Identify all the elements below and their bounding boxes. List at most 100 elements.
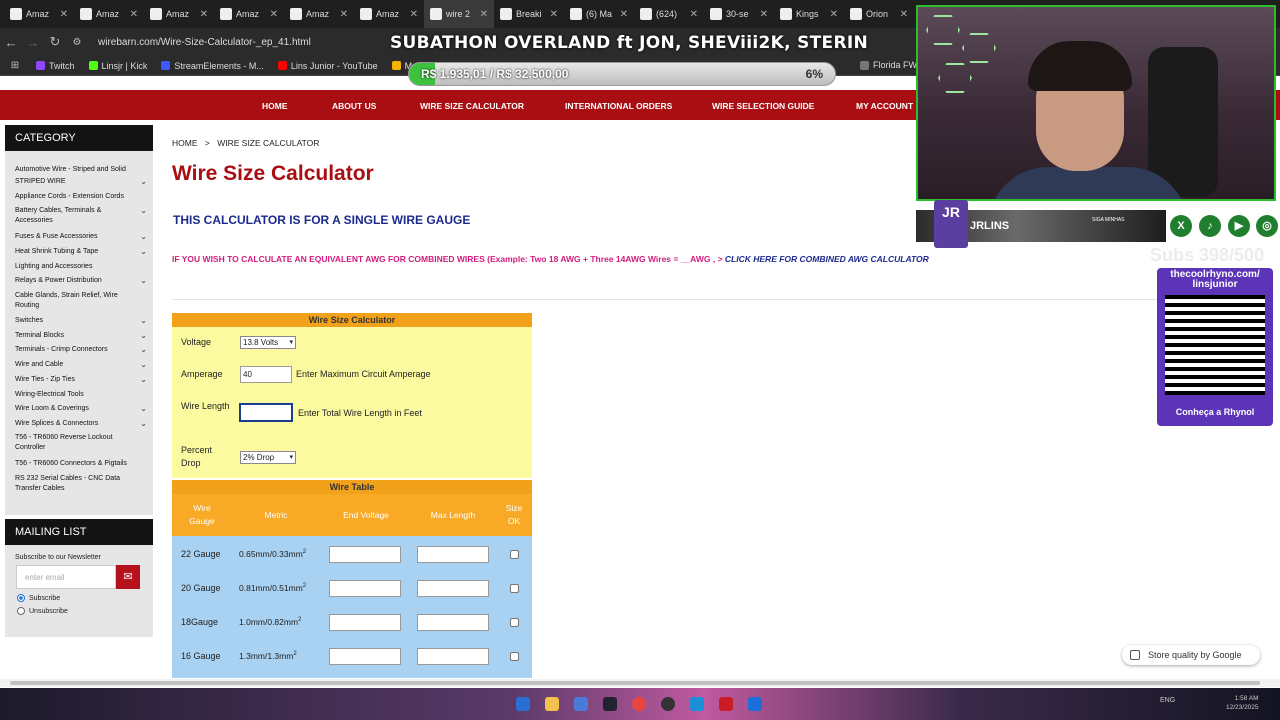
browser-tab[interactable]: Amaz ✕ bbox=[4, 0, 74, 28]
chevron-down-icon[interactable]: ⌄ bbox=[140, 316, 147, 326]
browser-tab[interactable]: Kings ✕ bbox=[774, 0, 844, 28]
url-field[interactable]: wirebarn.com/Wire-Size-Calculator-_ep_41… bbox=[98, 37, 311, 48]
browser-tab[interactable]: (6) Ma ✕ bbox=[564, 0, 634, 28]
file-explorer-icon[interactable] bbox=[545, 697, 559, 711]
chevron-down-icon[interactable]: ⌄ bbox=[140, 375, 147, 385]
chrome-icon[interactable] bbox=[632, 697, 646, 711]
horizontal-scrollbar[interactable] bbox=[0, 679, 1280, 687]
chevron-down-icon[interactable]: ⌄ bbox=[140, 331, 147, 341]
category-item[interactable]: Wiring-Electrical Tools bbox=[5, 390, 153, 400]
chevron-down-icon[interactable]: ⌄ bbox=[140, 360, 147, 370]
chevron-down-icon[interactable]: ⌄ bbox=[140, 276, 147, 286]
chevron-down-icon[interactable]: ⌄ bbox=[140, 177, 147, 187]
chevron-down-icon[interactable]: ⌄ bbox=[140, 247, 147, 257]
close-tab-icon[interactable]: ✕ bbox=[480, 9, 488, 20]
app-icon[interactable] bbox=[719, 697, 733, 711]
bookmark-item[interactable]: StreamElements - M... bbox=[161, 61, 264, 71]
end-voltage-field[interactable] bbox=[329, 580, 401, 597]
category-item[interactable]: Wire Splices & Connectors ⌄ bbox=[5, 419, 153, 429]
size-ok-checkbox[interactable] bbox=[510, 550, 519, 559]
category-item[interactable]: Battery Cables, Terminals & Accessories ⌄ bbox=[5, 206, 153, 226]
back-icon[interactable]: ← bbox=[0, 35, 22, 50]
app-icon[interactable] bbox=[690, 697, 704, 711]
close-tab-icon[interactable]: ✕ bbox=[130, 9, 138, 20]
percent-drop-select[interactable]: 2% Drop ▾ bbox=[240, 451, 296, 464]
browser-tab[interactable]: Breaki ✕ bbox=[494, 0, 564, 28]
store-quality-badge[interactable]: Store quality by Google bbox=[1122, 645, 1260, 665]
nav-item[interactable]: ABOUT US bbox=[332, 101, 376, 111]
end-voltage-field[interactable] bbox=[329, 648, 401, 665]
max-length-field[interactable] bbox=[417, 546, 489, 563]
close-tab-icon[interactable]: ✕ bbox=[270, 9, 278, 20]
tray-language[interactable]: ENG bbox=[1160, 697, 1175, 704]
reload-icon[interactable]: ↻ bbox=[44, 34, 66, 50]
close-tab-icon[interactable]: ✕ bbox=[200, 9, 208, 20]
category-item[interactable]: Wire Ties - Zip Ties ⌄ bbox=[5, 375, 153, 385]
browser-tab[interactable]: 30-se ✕ bbox=[704, 0, 774, 28]
close-tab-icon[interactable]: ✕ bbox=[690, 9, 698, 20]
bookmark-item[interactable]: Twitch bbox=[36, 61, 75, 71]
category-item[interactable]: T56 - TR6060 Reverse Lockout Controller bbox=[5, 433, 153, 453]
obs-icon[interactable] bbox=[661, 697, 675, 711]
browser-tab[interactable]: Amaz ✕ bbox=[354, 0, 424, 28]
browser-tab[interactable]: (624) ✕ bbox=[634, 0, 704, 28]
site-info-icon[interactable]: ⚙ bbox=[66, 37, 88, 48]
wire-length-input[interactable] bbox=[239, 403, 293, 422]
category-item[interactable]: Lighting and Accessories bbox=[5, 262, 153, 272]
close-tab-icon[interactable]: ✕ bbox=[550, 9, 558, 20]
close-tab-icon[interactable]: ✕ bbox=[410, 9, 418, 20]
chevron-down-icon[interactable]: ⌄ bbox=[140, 206, 147, 216]
close-tab-icon[interactable]: ✕ bbox=[620, 9, 628, 20]
unsubscribe-radio[interactable]: Unsubscribe bbox=[5, 607, 153, 615]
category-item[interactable]: Appliance Cords - Extension Cords bbox=[5, 192, 153, 202]
bookmark-florida-fwc[interactable]: Florida FWC bbox=[860, 60, 924, 70]
size-ok-checkbox[interactable] bbox=[510, 618, 519, 627]
category-item[interactable]: Heat Shrink Tubing & Tape ⌄ bbox=[5, 247, 153, 257]
max-length-field[interactable] bbox=[417, 580, 489, 597]
max-length-field[interactable] bbox=[417, 614, 489, 631]
category-item[interactable]: Wire Loom & Coverings ⌄ bbox=[5, 404, 153, 414]
browser-tab[interactable]: Amaz ✕ bbox=[214, 0, 284, 28]
apps-grid-icon[interactable]: ⊞ bbox=[8, 60, 22, 71]
category-item[interactable]: Fuses & Fuse Accessories ⌄ bbox=[5, 232, 153, 242]
email-input[interactable]: enter email bbox=[16, 565, 116, 589]
app-icon[interactable] bbox=[574, 697, 588, 711]
email-submit-icon[interactable]: ✉ bbox=[116, 565, 140, 589]
category-item[interactable]: Switches ⌄ bbox=[5, 316, 153, 326]
subscribe-radio[interactable]: Subscribe bbox=[5, 594, 153, 602]
category-item[interactable]: T56 - TR6060 Connectors & Pigtails bbox=[5, 459, 153, 469]
taskbar-clock[interactable]: 1:58 AM 12/23/2025 bbox=[1226, 694, 1259, 712]
max-length-field[interactable] bbox=[417, 648, 489, 665]
browser-tab[interactable]: wire 2 ✕ bbox=[424, 0, 494, 28]
close-tab-icon[interactable]: ✕ bbox=[60, 9, 68, 20]
category-item[interactable]: STRIPED WIRE ⌄ bbox=[5, 177, 153, 187]
category-item[interactable]: Wire and Cable ⌄ bbox=[5, 360, 153, 370]
nav-item[interactable]: MY ACCOUNT bbox=[856, 101, 913, 111]
browser-tab[interactable]: Amaz ✕ bbox=[144, 0, 214, 28]
chevron-down-icon[interactable]: ⌄ bbox=[140, 232, 147, 242]
chevron-down-icon[interactable]: ⌄ bbox=[140, 419, 147, 429]
amperage-input[interactable]: 40 bbox=[240, 366, 292, 383]
scrollbar-thumb[interactable] bbox=[10, 681, 1260, 685]
category-item[interactable]: Relays & Power Distribution ⌄ bbox=[5, 276, 153, 286]
end-voltage-field[interactable] bbox=[329, 614, 401, 631]
bookmark-item[interactable]: Lins Junior - YouTube bbox=[277, 61, 378, 71]
breadcrumb-home[interactable]: HOME bbox=[172, 138, 198, 148]
bookmark-item[interactable]: Linsjr | Kick bbox=[88, 61, 147, 71]
close-tab-icon[interactable]: ✕ bbox=[830, 9, 838, 20]
browser-tab[interactable]: Amaz ✕ bbox=[284, 0, 354, 28]
close-tab-icon[interactable]: ✕ bbox=[340, 9, 348, 20]
nav-item[interactable]: HOME bbox=[262, 101, 288, 111]
size-ok-checkbox[interactable] bbox=[510, 584, 519, 593]
nav-item[interactable]: WIRE SIZE CALCULATOR bbox=[420, 101, 524, 111]
voltage-select[interactable]: 13.8 Volts ▾ bbox=[240, 336, 296, 349]
end-voltage-field[interactable] bbox=[329, 546, 401, 563]
combined-awg-link[interactable]: CLICK HERE FOR COMBINED AWG CALCULATOR bbox=[725, 254, 929, 264]
browser-tab[interactable]: Orion ✕ bbox=[844, 0, 914, 28]
category-item[interactable]: Terminals - Crimp Connectors ⌄ bbox=[5, 345, 153, 355]
chevron-down-icon[interactable]: ⌄ bbox=[140, 404, 147, 414]
start-icon[interactable] bbox=[516, 697, 530, 711]
nav-item[interactable]: INTERNATIONAL ORDERS bbox=[565, 101, 672, 111]
category-item[interactable]: RS 232 Serial Cables - CNC Data Transfer… bbox=[5, 474, 153, 494]
steam-icon[interactable] bbox=[603, 697, 617, 711]
